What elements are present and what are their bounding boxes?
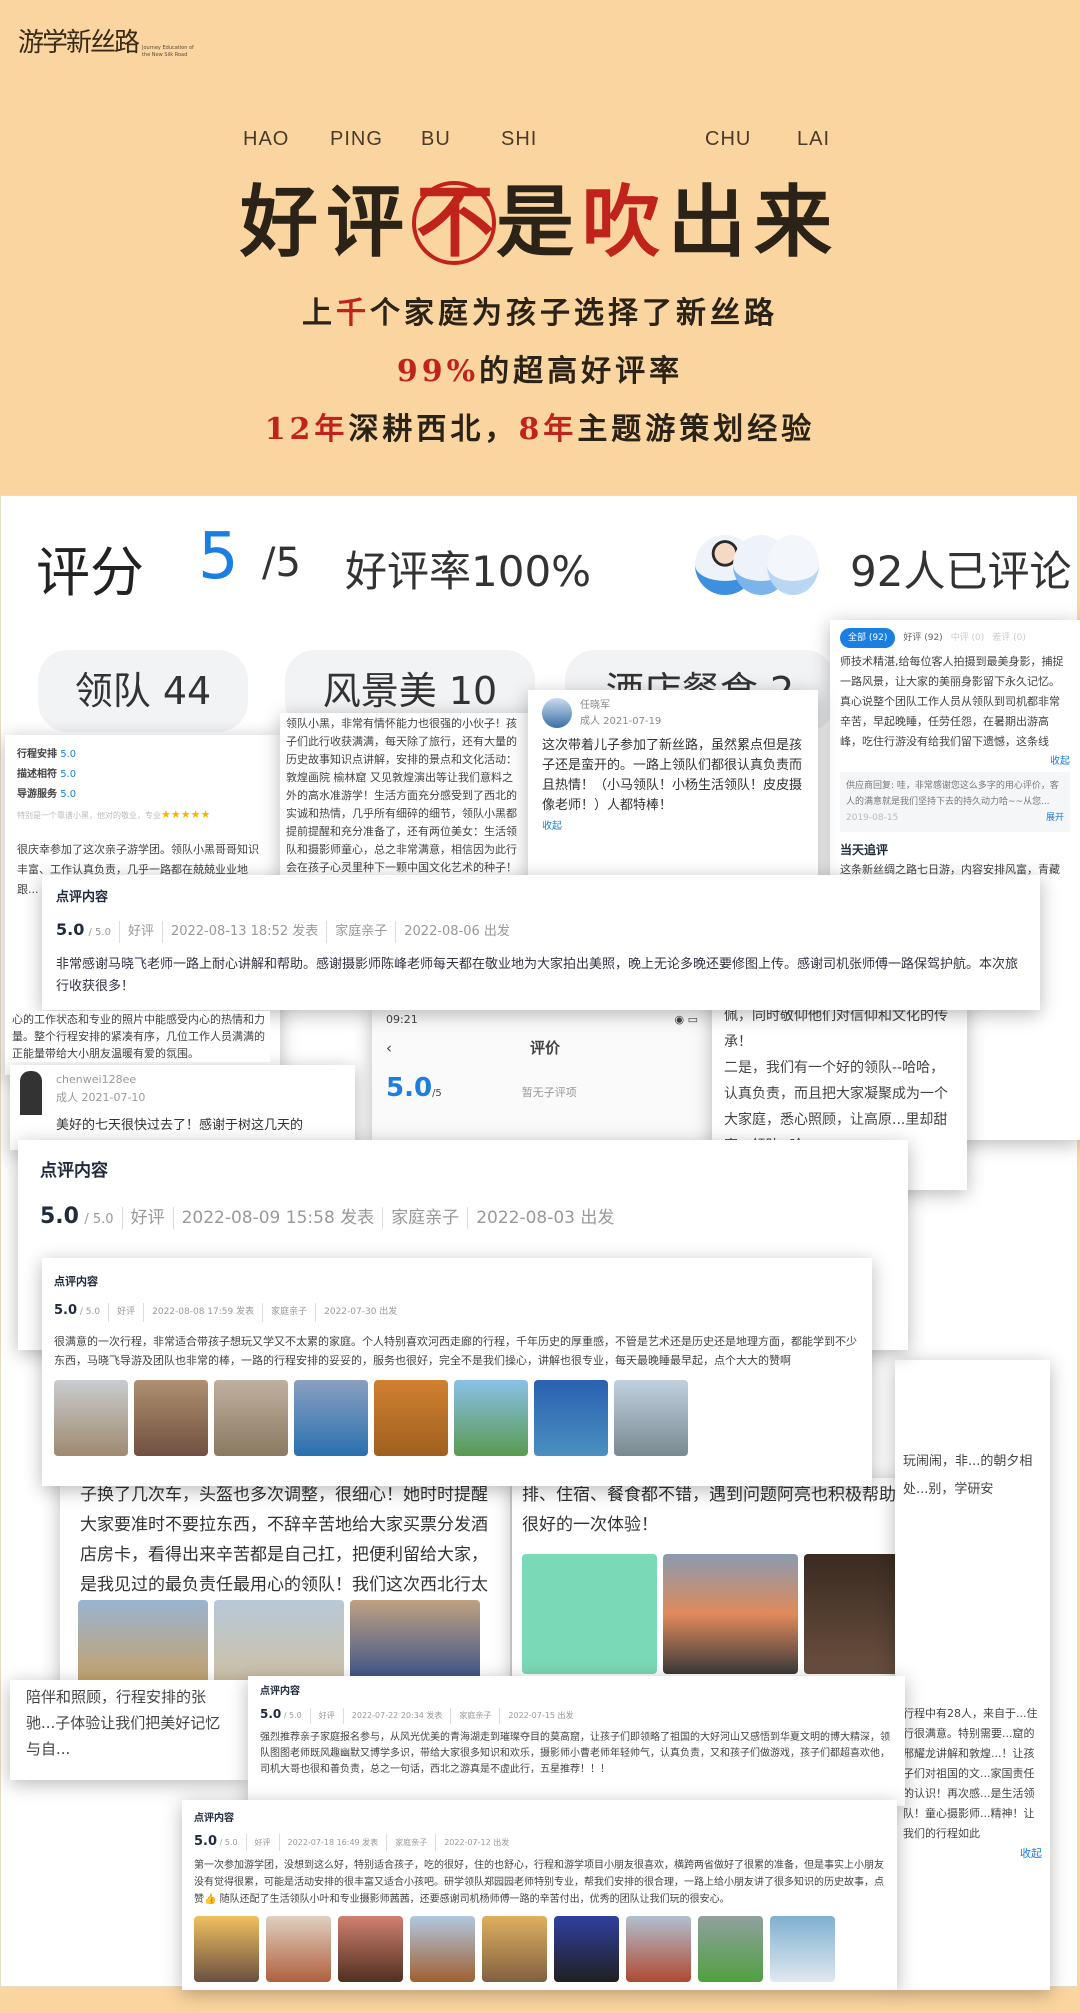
review-card: 陪伴和照顾，行程安排的张驰...子体验让我们把美好记忆与自... [10, 1680, 250, 1780]
review-content-card: 点评内容 5.0 / 5.0 好评 2022-08-13 18:52 发表 家庭亲子 2… [42, 875, 1040, 1010]
review-photo[interactable] [663, 1554, 798, 1674]
slogan-families: 上千个家庭为孩子选择了新丝路 [302, 296, 778, 331]
review-photo[interactable] [134, 1380, 208, 1456]
review-photo[interactable] [338, 1916, 403, 1982]
review-text: 很满意的一次行程，非常适合带孩子想玩又学又不太累的家庭。个人特别喜欢河西走廊的行… [54, 1335, 857, 1367]
review-photo[interactable] [626, 1916, 691, 1982]
reviewer-avatars [695, 535, 820, 597]
phone-score: 5.0 [386, 1073, 433, 1103]
review-header: 点评内容 [194, 1813, 234, 1824]
brand-logo: 游学新丝路 Journey Education of the New Silk … [18, 28, 194, 58]
review-photo[interactable] [374, 1380, 448, 1456]
rating-note: 特别是一个靠谱小黑，他对的敬业，专业★★★★★ [17, 808, 211, 821]
review-text: 这次带着儿子参加了新丝路，虽然累点但是孩子还是蛮开的。一路上领队们都很认真负责而… [542, 738, 803, 813]
review-header: 点评内容 [260, 1686, 300, 1697]
review-photo[interactable] [522, 1554, 657, 1674]
rating-row: 描述相符 5.0 [17, 769, 77, 780]
review-meta: 5.0 / 5.0 好评 2022-07-22 20:34 发表 家庭亲子 2022-0… [260, 1706, 893, 1724]
tab-all[interactable]: 全部 (92) [840, 628, 896, 648]
review-photo[interactable] [554, 1916, 619, 1982]
user-meta: 成人 2021-07-19 [580, 716, 662, 727]
pinyin: PING [330, 128, 383, 150]
battery-icon: ◉ ▭ [674, 1013, 699, 1026]
review-text: 强烈推荐亲子家庭报名参与，从风光优美的青海湖走到璀璨夺目的莫高窟，让孩子们即领略… [260, 1732, 890, 1775]
collapse-link[interactable]: 收起 [542, 816, 804, 838]
followup-title: 当天追评 [840, 843, 889, 857]
phone-title: 评价 [529, 1039, 560, 1057]
tab-neutral[interactable]: 中评 (0) [951, 628, 985, 648]
review-photo[interactable] [54, 1380, 128, 1456]
pinyin: BU [421, 128, 451, 150]
collapse-link[interactable]: 收起 [840, 752, 1070, 772]
filter-tabs: 全部 (92) 好评 (92) 中评 (0) 差评 (0) [840, 628, 1070, 648]
tab-bad[interactable]: 差评 (0) [992, 628, 1026, 648]
review-meta: 5.0 / 5.0 好评 2022-08-13 18:52 发表 家庭亲子 2022-0… [56, 919, 1026, 944]
slogan-experience: 12年深耕西北，8年主题游策划经验 [264, 412, 816, 447]
review-photo[interactable] [698, 1916, 763, 1982]
pinyin: HAO [243, 128, 290, 150]
review-text: 排、住宿、餐食都不错，遇到问题阿亮也积极帮助解决，很好的一次体验！ [522, 1485, 947, 1535]
expand-link[interactable]: 展开 [1046, 810, 1064, 826]
pinyin: LAI [797, 128, 831, 150]
slogan-rate: 99%的超高好评率 [396, 354, 684, 389]
stars-icon: ★★★★★ [161, 808, 211, 821]
user-review-card: 任晓军成人 2021-07-19 这次带着儿子参加了新丝路，虽然累点但是孩子还是… [528, 690, 818, 890]
review-text: 非常感谢马晓飞老师一路上耐心讲解和帮助。感谢摄影师陈峰老师每天都在敬业地为大家拍… [56, 957, 1019, 994]
user-name: 任晓军 [580, 700, 610, 711]
user-review-card: chenwei128ee 成人 2021-07-10 美好的七天很快过去了！感谢于… [10, 1065, 355, 1150]
good-rate: 好评率100% [345, 547, 592, 596]
review-card: 领队小黑，非常有情怀能力也很强的小伙子！孩子们此行收获满满，每天除了旅行，还有大… [280, 713, 528, 883]
review-content-card: 点评内容 5.0 / 5.0 好评 2022-07-18 16:49 发表 家庭亲子 2… [182, 1800, 897, 1990]
review-photo[interactable] [614, 1380, 688, 1456]
review-photo[interactable] [194, 1916, 259, 1982]
review-text: 美好的七天很快过去了！感谢于树这几天的 [56, 1118, 304, 1133]
review-photo[interactable] [534, 1380, 608, 1456]
avatar-icon [767, 535, 819, 595]
avatar [542, 698, 572, 728]
rating-row: 导游服务 5.0 [17, 789, 77, 800]
review-header: 点评内容 [56, 890, 109, 905]
status-time: 09:21 [386, 1013, 418, 1026]
review-text: 师技术精湛,给每位客人拍摄到最美身影，捕捉一路风景，让大家的美丽身影留下永久记忆… [840, 655, 1064, 748]
review-content-card: 点评内容 5.0 / 5.0 好评 2022-08-08 17:59 发表 家庭亲子 2… [42, 1258, 872, 1486]
score-label: 评分 [36, 541, 144, 604]
collapse-link[interactable]: 收起 [903, 1844, 1042, 1864]
review-photo[interactable] [410, 1916, 475, 1982]
review-text: 第一次参加游学团，没想到这么好，特别适合孩子，吃的很好，住的也舒心，行程和游学项… [194, 1860, 884, 1905]
review-text: 行程中有28人，来自于...住行很满意。特别需要...窟的邢耀龙讲解和敦煌...… [903, 1707, 1038, 1840]
review-card: 玩闹闹，非...的朝夕相处...别，学研安 行程中有28人，来自于...住行很满… [895, 1360, 1050, 1990]
tab-good[interactable]: 好评 (92) [903, 628, 942, 648]
review-photo[interactable] [78, 1600, 208, 1690]
review-meta: 5.0 / 5.0 好评 2022-07-18 16:49 发表 家庭亲子 2022-0… [194, 1834, 510, 1851]
review-photo[interactable] [266, 1916, 331, 1982]
rating-row: 行程安排 5.0 [17, 749, 77, 760]
score-max: /5 [262, 540, 301, 586]
review-photo[interactable] [482, 1916, 547, 1982]
review-photo[interactable] [454, 1380, 528, 1456]
review-photo[interactable] [294, 1380, 368, 1456]
review-text: 领队小黑，非常有情怀能力也很强的小伙子！孩子们此行收获满满，每天除了旅行，还有大… [286, 717, 517, 883]
avatar [20, 1071, 42, 1115]
score-value: 5 [198, 520, 239, 594]
user-meta: 成人 2021-07-10 [56, 1091, 146, 1104]
pinyin: SHI [501, 128, 538, 150]
vendor-reply: 供应商回复: 哇，非常感谢您这么多字的用心评价，客人的满意就是我们坚持下去的持久… [840, 772, 1070, 832]
pinyin: CHU [705, 128, 752, 150]
review-photo[interactable] [214, 1380, 288, 1456]
review-content-card: 点评内容 5.0 / 5.0 好评 2022-07-22 20:34 发表 家庭亲子 2… [248, 1676, 905, 1806]
review-count: 92人已评论 [850, 547, 1072, 596]
review-header: 点评内容 [40, 1161, 108, 1181]
review-meta: 5.0 / 5.0 好评 2022-08-08 17:59 发表 家庭亲子 2022-0… [54, 1301, 860, 1322]
phone-note: 暂无子评项 [521, 1086, 577, 1099]
review-meta: 5.0 / 5.0 好评 2022-08-09 15:58 发表 家庭亲子 2022-0… [40, 1204, 615, 1229]
review-photo[interactable] [770, 1916, 835, 1982]
tag-leader[interactable]: 领队 44 [38, 650, 248, 732]
user-name: chenwei128ee [56, 1073, 137, 1086]
review-text: 心的工作状态和专业的照片中能感受内心的热情和力量。整个行程安排的紧凑有序，几位工… [12, 1011, 270, 1062]
phone-screenshot: 09:21 ◉ ▭ ‹ 评价 5.0/5 暂无子评项 [372, 1005, 712, 1145]
review-header: 点评内容 [54, 1275, 98, 1288]
hero-title: 好评不是吹出来 [239, 177, 841, 268]
